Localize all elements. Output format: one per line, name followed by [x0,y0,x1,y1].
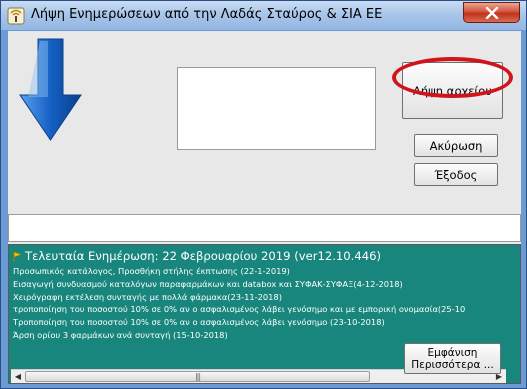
show-more-label: Εμφάνιση Περισσότερα ... [411,347,493,371]
show-more-line1: Εμφάνιση [427,346,478,359]
flag-icon [13,251,22,261]
application-window: Λήψη Ενημερώσεων από την Λαδάς Σταύρος &… [0,0,527,389]
exit-label: Έξοδος [434,167,478,182]
close-button[interactable] [463,2,520,23]
window-title: Λήψη Ενημερώσεων από την Λαδάς Σταύρος &… [31,7,383,22]
preview-box [177,67,376,150]
news-title: Τελευταία Ενημέρωση: 22 Φεβρουαρίου 2019… [25,249,382,263]
grip-icon: ||| [194,372,201,381]
news-item: Εισαγωγή συνδυασμού καταλόγων παραφαρμάκ… [13,278,403,289]
title-bar[interactable]: Λήψη Ενημερώσεων από την Λαδάς Σταύρος &… [1,1,526,30]
show-more-line2: Περισσότερα ... [411,358,494,371]
show-more-button[interactable]: Εμφάνιση Περισσότερα ... [404,343,501,374]
get-file-button[interactable]: Λήψη αρχείου [402,62,503,119]
news-item: Προσωπικός κατάλογος, Προσθήκη στήλης έκ… [13,266,290,276]
cancel-button[interactable]: Ακύρωση [414,134,498,157]
news-header: Τελευταία Ενημέρωση: 22 Φεβρουαρίου 2019… [13,247,518,265]
news-item: Άρση ορίου 3 φαρμάκων ανά συνταγή (15-10… [13,329,228,340]
scroll-thumb[interactable]: ||| [25,371,370,382]
download-arrow-icon [19,38,82,141]
news-item: Τροποποίηση του ποσοστού 10% σε 0% αν ο … [13,317,385,328]
close-icon [485,6,498,19]
exit-button[interactable]: Έξοδος [414,163,498,186]
cancel-label: Ακύρωση [429,138,483,153]
antenna-icon [7,7,25,25]
news-item: Χειρόγραφη εκτέλεση συνταγής με πολλά φά… [13,291,282,302]
get-file-label: Λήψη αρχείου [412,83,492,98]
news-item: τροποποίηση του ποσοστού 10% σε 0% αν ο … [13,304,466,315]
dialog-client-area: Λήψη αρχείου Ακύρωση Έξοδος Τελευταία Εν… [8,31,521,384]
scroll-left-icon[interactable]: ◀ [11,370,25,383]
progress-status-box [8,214,521,242]
